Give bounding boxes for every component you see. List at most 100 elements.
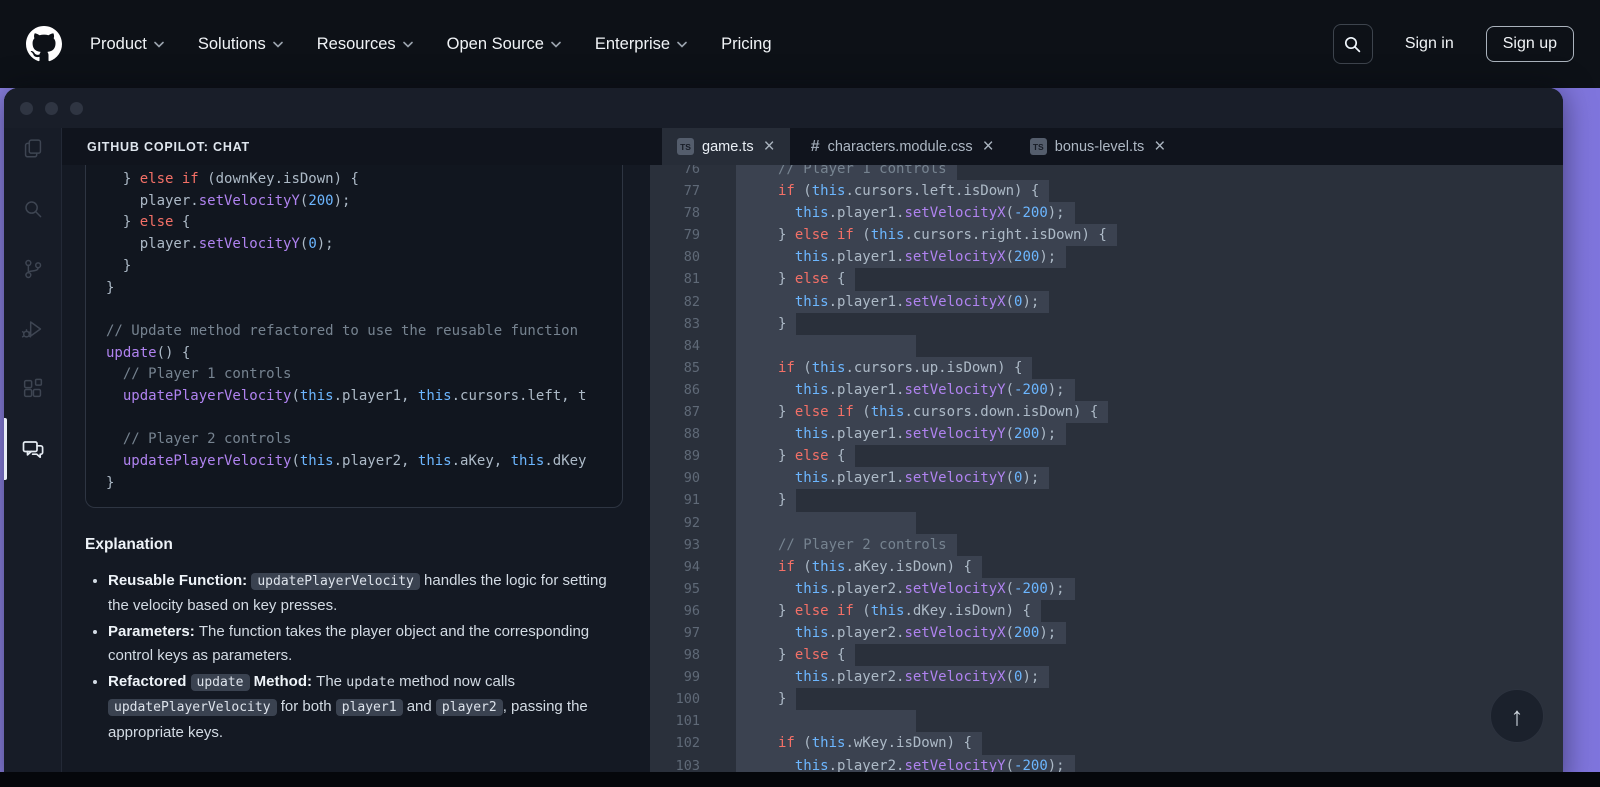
search-icon — [1344, 36, 1361, 53]
chat-code-line: update() { — [106, 343, 622, 365]
nav-menu: Product Solutions Resources Open Source Ente… — [90, 35, 772, 54]
line-number: 83 — [650, 313, 700, 335]
line-number: 92 — [650, 512, 700, 534]
search-button[interactable] — [1333, 24, 1373, 64]
typescript-icon: TS — [1030, 138, 1047, 155]
activity-bar — [4, 88, 62, 787]
window-control-dot — [20, 102, 33, 115]
bottom-edge — [0, 772, 1600, 787]
chat-code-line: } — [106, 278, 622, 300]
nav-item-product[interactable]: Product — [90, 35, 164, 54]
line-number: 78 — [650, 202, 700, 224]
explanation-bullet: Parameters: The function takes the playe… — [108, 620, 630, 669]
line-number: 97 — [650, 622, 700, 644]
code-editor: 76// Player 1 controls77if (this.cursors… — [650, 165, 1563, 787]
line-number: 88 — [650, 423, 700, 445]
code-line: 90 this.player1.setVelocityY(0); — [650, 467, 1563, 489]
code-line: 89} else { — [650, 445, 1563, 467]
code-line: 83} — [650, 313, 1563, 335]
github-logo[interactable] — [26, 26, 62, 62]
nav-item-solutions[interactable]: Solutions — [198, 35, 283, 54]
chat-code-line: player.setVelocityY(0); — [106, 234, 622, 256]
code-line: 98} else { — [650, 644, 1563, 666]
sign-in-link[interactable]: Sign in — [1405, 35, 1454, 53]
editor-tab-bonus-level-ts[interactable]: TS bonus-level.ts × — [1015, 128, 1181, 165]
line-number: 90 — [650, 467, 700, 489]
code-line: 102if (this.wKey.isDown) { — [650, 732, 1563, 754]
page-background: GITHUB COPILOT: CHAT TSgame.ts× # characte… — [0, 88, 1600, 787]
copilot-chat-header: GITHUB COPILOT: CHAT — [62, 128, 650, 165]
panel-header-band: GITHUB COPILOT: CHAT TSgame.ts× # characte… — [62, 128, 1563, 165]
github-top-nav: Product Solutions Resources Open Source Ente… — [0, 0, 1600, 88]
chat-code-line: // Player 2 controls — [106, 429, 622, 451]
line-number: 99 — [650, 666, 700, 688]
run-debug-icon[interactable] — [18, 314, 48, 344]
nav-item-resources[interactable]: Resources — [317, 35, 413, 54]
code-line: 78 this.player1.setVelocityX(-200); — [650, 202, 1563, 224]
chat-code-line: } else if (downKey.isDown) { — [106, 169, 622, 191]
css-hash-icon: # — [811, 138, 820, 156]
chat-code-line: player.setVelocityY(200); — [106, 191, 622, 213]
line-number: 82 — [650, 291, 700, 313]
copilot-chat-panel: } else if (downKey.isDown) { player.setV… — [62, 165, 650, 787]
code-line: 101 — [650, 710, 1563, 732]
line-number: 98 — [650, 644, 700, 666]
tab-label: bonus-level.ts — [1055, 139, 1144, 155]
nav-item-open-source[interactable]: Open Source — [447, 35, 561, 54]
close-icon[interactable]: × — [1154, 137, 1165, 156]
source-control-icon[interactable] — [18, 254, 48, 284]
nav-item-enterprise[interactable]: Enterprise — [595, 35, 687, 54]
chat-code-line — [106, 408, 622, 430]
chat-code-line: updatePlayerVelocity(this.player2, this.… — [106, 451, 622, 473]
line-number: 94 — [650, 556, 700, 578]
chat-icon[interactable] — [18, 434, 48, 464]
line-number: 93 — [650, 534, 700, 556]
code-line: 92 — [650, 512, 1563, 534]
active-view-indicator — [4, 418, 7, 480]
code-line: 76// Player 1 controls — [650, 165, 1563, 180]
window-control-dot — [70, 102, 83, 115]
line-number: 80 — [650, 246, 700, 268]
arrow-up-icon: ↑ — [1511, 701, 1524, 732]
chat-code-line: // Update method refactored to use the r… — [106, 321, 622, 343]
editor-tab-characters-module-css[interactable]: # characters.module.css × — [796, 128, 1009, 165]
explanation-heading: Explanation — [85, 536, 630, 554]
code-line: 81} else { — [650, 268, 1563, 290]
nav-item-pricing[interactable]: Pricing — [721, 35, 771, 54]
extensions-icon[interactable] — [18, 374, 48, 404]
files-icon[interactable] — [18, 134, 48, 164]
github-copilot-landing-page: Product Solutions Resources Open Source Ente… — [0, 0, 1600, 787]
explanation-bullet: Refactored update Method: The update met… — [108, 670, 630, 746]
explanation-bullet: Reusable Function: updatePlayerVelocity … — [108, 569, 630, 619]
editor-tab-bar: TSgame.ts× # characters.module.css × TS bonus… — [650, 128, 1186, 165]
code-line: 87} else if (this.cursors.down.isDown) { — [650, 401, 1563, 423]
editor-tab-game-ts[interactable]: TSgame.ts× — [662, 128, 790, 165]
close-icon[interactable]: × — [983, 137, 994, 156]
chevron-down-icon — [403, 41, 413, 48]
line-number: 87 — [650, 401, 700, 423]
chevron-down-icon — [677, 41, 687, 48]
sign-up-button[interactable]: Sign up — [1486, 26, 1574, 62]
line-number: 77 — [650, 180, 700, 202]
code-line: 94if (this.aKey.isDown) { — [650, 556, 1563, 578]
chat-code-line: } — [106, 256, 622, 278]
scroll-to-top-button[interactable]: ↑ — [1490, 689, 1544, 743]
code-line: 88 this.player1.setVelocityY(200); — [650, 423, 1563, 445]
close-icon[interactable]: × — [764, 137, 775, 156]
code-line: 80 this.player1.setVelocityX(200); — [650, 246, 1563, 268]
explanation-list: Reusable Function: updatePlayerVelocity … — [89, 569, 630, 746]
code-line: 97 this.player2.setVelocityX(200); — [650, 622, 1563, 644]
line-number: 100 — [650, 688, 700, 710]
line-number: 102 — [650, 732, 700, 754]
code-line: 96} else if (this.dKey.isDown) { — [650, 600, 1563, 622]
line-number: 81 — [650, 268, 700, 290]
code-line: 100} — [650, 688, 1563, 710]
line-number: 85 — [650, 357, 700, 379]
search-sidebar-icon[interactable] — [18, 194, 48, 224]
code-line: 95 this.player2.setVelocityX(-200); — [650, 578, 1563, 600]
line-number: 89 — [650, 445, 700, 467]
chat-code-line: } else { — [106, 212, 622, 234]
typescript-icon: TS — [677, 138, 694, 155]
editor-code-area: 76// Player 1 controls77if (this.cursors… — [650, 165, 1563, 777]
tab-label: characters.module.css — [828, 139, 973, 155]
